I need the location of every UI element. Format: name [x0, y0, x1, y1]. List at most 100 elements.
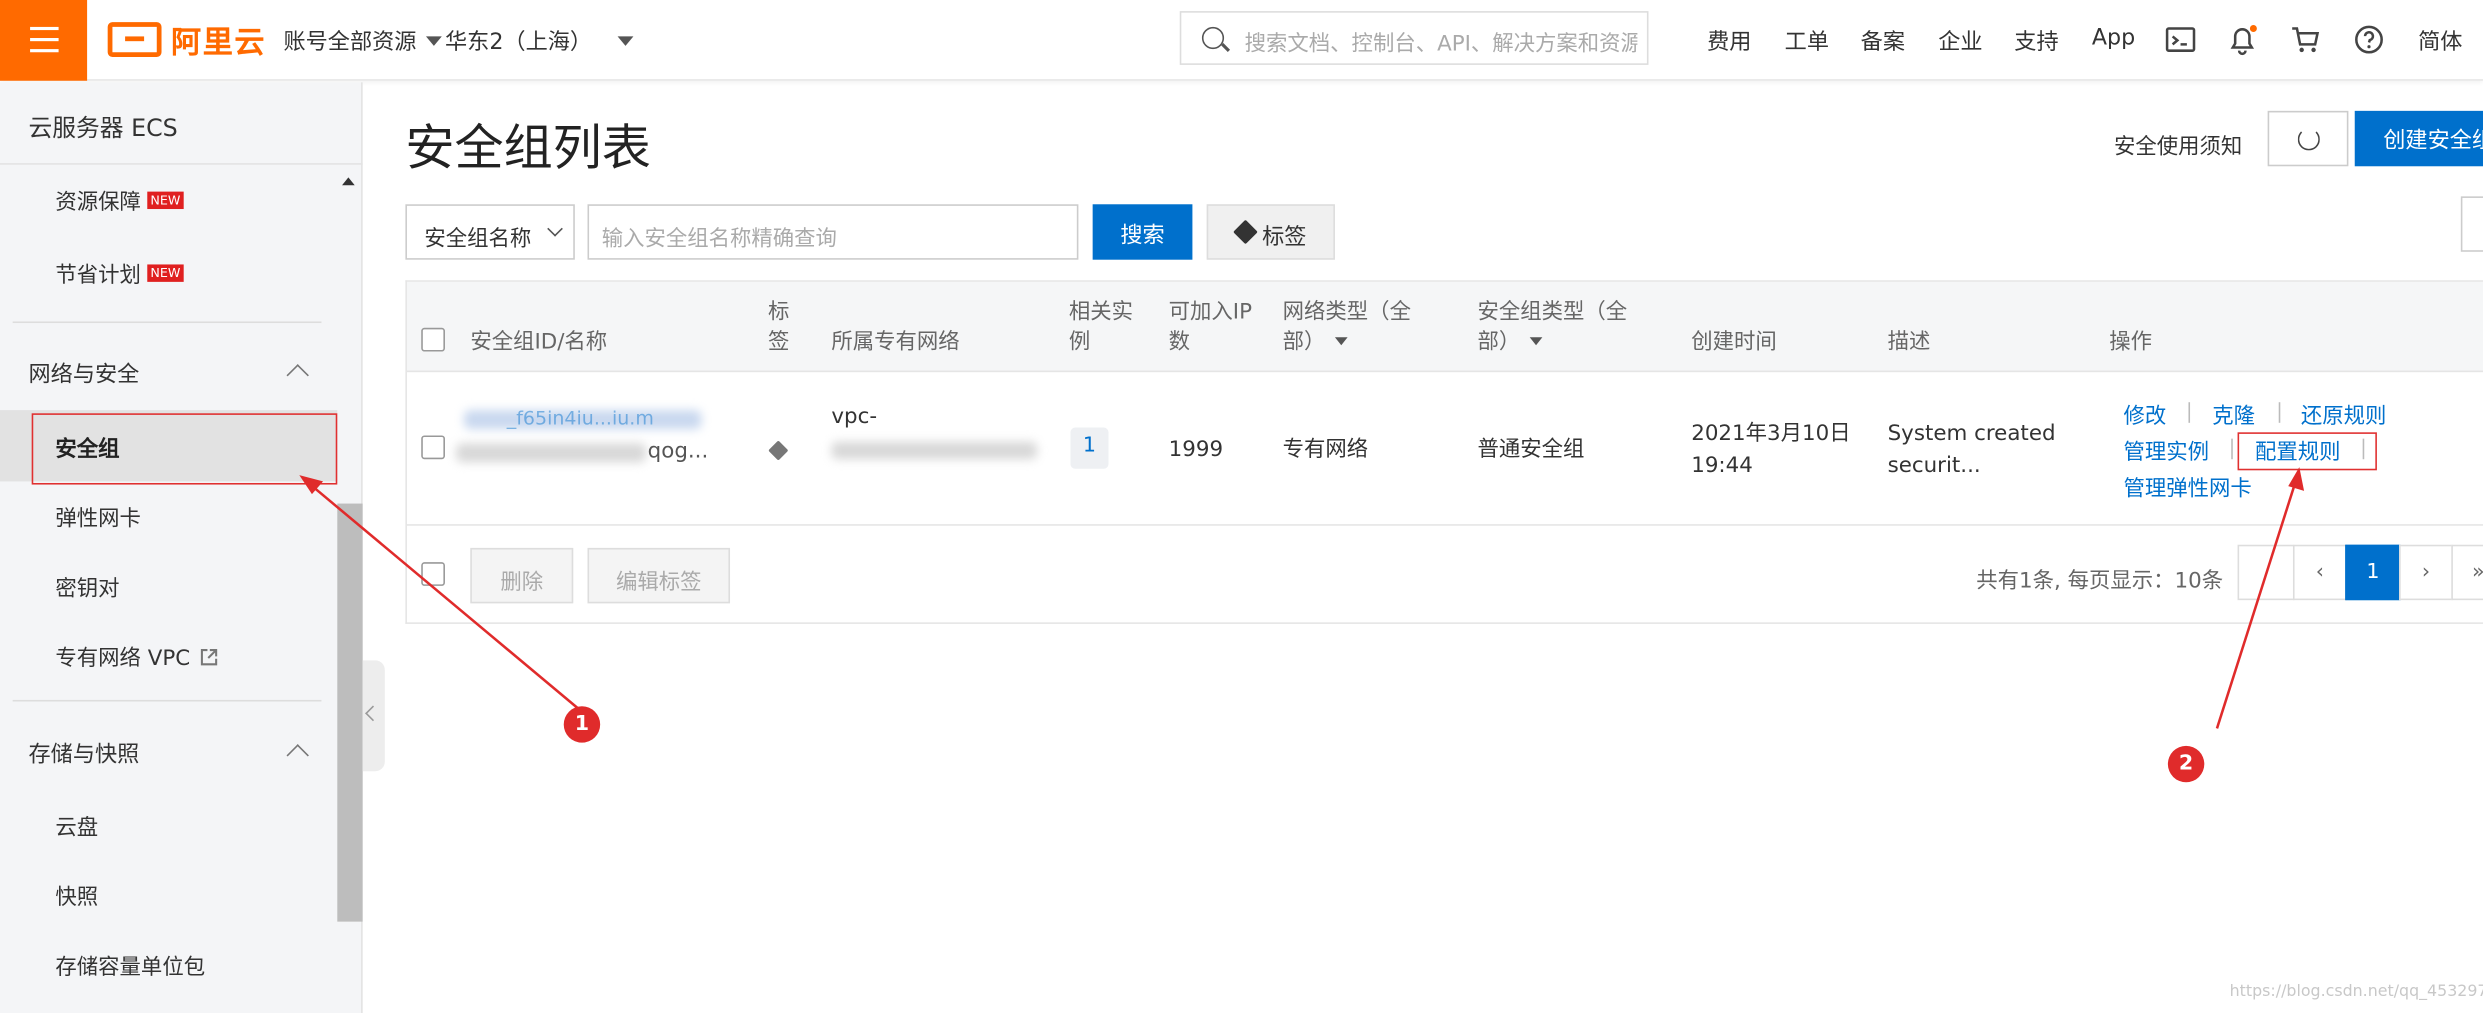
page-1-button[interactable]: 1	[2345, 544, 2401, 601]
security-group-id-fragment[interactable]: _f65in4iu...iu.m	[507, 404, 654, 434]
chevron-left-icon	[365, 705, 381, 722]
brand-name: 阿里云	[171, 24, 267, 60]
hamburger-menu-button[interactable]	[0, 0, 88, 81]
filter-field-value: 安全组名称	[424, 226, 532, 252]
previous-page-button[interactable]: ‹	[2292, 544, 2347, 601]
annotation-highlight-box-1	[31, 413, 338, 485]
clone-link[interactable]: 克隆	[2212, 397, 2255, 429]
nav-link-tickets[interactable]: 工单	[1785, 25, 1829, 57]
sidebar-group-label: 存储与快照	[28, 742, 140, 769]
available-ip-count: 1999	[1168, 437, 1224, 463]
footer-select-all-checkbox[interactable]	[421, 562, 445, 586]
filter-field-select[interactable]: 安全组名称	[405, 204, 575, 260]
sidebar-item-label: 资源保障	[55, 190, 141, 216]
caret-down-icon	[617, 36, 634, 46]
external-link-icon	[201, 649, 218, 666]
sidebar-item-resource-guarantee[interactable]: 资源保障 NEW	[55, 184, 184, 216]
tag-button-label: 标签	[1262, 224, 1307, 251]
sidebar-divider	[0, 163, 363, 165]
next-page-button[interactable]: ›	[2399, 544, 2453, 601]
shopping-cart-icon[interactable]	[2290, 24, 2322, 56]
annotation-marker-2: 2	[2167, 745, 2205, 783]
ecs-console-page: 阿里云 账号全部资源 华东2（上海） 搜索文档、控制台、API、解决方案和资源 …	[0, 0, 2483, 1013]
first-page-button[interactable]	[2237, 544, 2295, 601]
sidebar-group-storage-snapshot[interactable]: 存储与快照	[29, 738, 322, 770]
account-scope-dropdown[interactable]: 账号全部资源	[283, 25, 442, 57]
select-all-checkbox[interactable]	[421, 327, 445, 352]
redacted-security-group-name	[456, 443, 647, 463]
column-header-description: 描述	[1887, 329, 1931, 355]
annotation-highlight-box-2	[2237, 432, 2377, 471]
page-title: 安全组列表	[405, 120, 651, 178]
help-icon[interactable]	[2353, 24, 2385, 56]
column-header-network-type[interactable]: 网络类型（全部）	[1283, 298, 1438, 358]
edit-tags-button[interactable]: 编辑标签	[587, 547, 731, 604]
caret-down-icon	[425, 36, 442, 46]
chevron-up-icon	[286, 744, 309, 767]
aliyun-logo[interactable]: 阿里云	[107, 17, 267, 61]
description-line-2: securit...	[1887, 452, 1981, 479]
scroll-up-arrow-icon[interactable]	[342, 177, 355, 186]
column-header-tag: 标签	[768, 299, 790, 355]
description-line-1: System created	[1887, 421, 2056, 447]
notification-bell-icon[interactable]	[2226, 24, 2258, 56]
redacted-vpc-id[interactable]	[831, 441, 1038, 460]
tag-icon[interactable]	[768, 440, 789, 461]
delete-button[interactable]: 删除	[470, 547, 574, 604]
account-scope-label: 账号全部资源	[283, 30, 417, 56]
region-dropdown[interactable]: 华东2（上海）	[444, 25, 634, 57]
security-group-name-search-input[interactable]: 输入安全组名称精确查询	[587, 204, 1079, 260]
create-security-group-button[interactable]: 创建安全组	[2354, 110, 2483, 167]
security-group-table: 安全组ID/名称 标签 所属专有网络 相关实例 可加入IP数 网络类型（全部） …	[405, 280, 2483, 624]
sidebar-divider	[12, 699, 322, 702]
nav-link-enterprise[interactable]: 企业	[1938, 25, 1982, 57]
language-switch[interactable]: 简体	[2418, 25, 2462, 57]
column-header-ip-count: 可加入IP数	[1168, 299, 1252, 355]
op-separator	[2278, 402, 2281, 423]
search-icon	[1201, 26, 1225, 50]
table-header: 安全组ID/名称 标签 所属专有网络 相关实例 可加入IP数 网络类型（全部） …	[406, 281, 2483, 373]
security-notice-link[interactable]: 安全使用须知	[2114, 128, 2242, 160]
nav-link-icp[interactable]: 备案	[1861, 25, 1905, 57]
related-instances-count[interactable]: 1	[1070, 427, 1109, 469]
sidebar-collapse-handle[interactable]	[362, 660, 385, 772]
modify-link[interactable]: 修改	[2124, 397, 2167, 429]
toolbar-edge-button[interactable]	[2460, 196, 2483, 252]
refresh-button[interactable]	[2267, 110, 2349, 167]
sidebar-item-eni[interactable]: 弹性网卡	[55, 500, 141, 532]
sidebar-item-storage-capacity-unit[interactable]: 存储容量单位包	[55, 949, 205, 980]
sidebar-group-network-security[interactable]: 网络与安全	[29, 358, 322, 390]
column-header-label: 网络类型（全部）	[1282, 299, 1411, 355]
top-navigation-bar: 阿里云 账号全部资源 华东2（上海） 搜索文档、控制台、API、解决方案和资源 …	[0, 0, 2483, 81]
column-header-instances: 相关实例	[1068, 299, 1134, 355]
sidebar-item-keypair[interactable]: 密钥对	[55, 570, 119, 601]
sidebar-item-snapshot[interactable]: 快照	[55, 879, 98, 910]
search-button[interactable]: 搜索	[1092, 204, 1193, 260]
restore-rules-link[interactable]: 还原规则	[2301, 397, 2387, 429]
nav-link-support[interactable]: 支持	[2014, 25, 2058, 57]
tag-filter-button[interactable]: 标签	[1206, 204, 1335, 260]
column-header-id: 安全组ID/名称	[470, 329, 608, 355]
sidebar-group-label: 网络与安全	[28, 362, 140, 388]
column-header-vpc: 所属专有网络	[831, 329, 960, 355]
chevron-down-icon	[547, 220, 563, 237]
sidebar-scrollbar-thumb[interactable]	[337, 503, 363, 922]
region-label: 华东2（上海）	[444, 30, 593, 56]
sidebar-item-vpc[interactable]: 专有网络 VPC	[55, 640, 219, 671]
sidebar: 云服务器 ECS 资源保障 NEW 节省计划 NEW 网络与安全 安全组 弹性网卡 …	[0, 82, 363, 1013]
global-search-input[interactable]: 搜索文档、控制台、API、解决方案和资源	[1179, 11, 1649, 65]
manage-eni-link[interactable]: 管理弹性网卡	[2124, 470, 2252, 502]
row-checkbox[interactable]	[421, 435, 445, 460]
terminal-icon[interactable]	[2165, 24, 2197, 56]
sidebar-item-savings-plan[interactable]: 节省计划 NEW	[55, 257, 184, 288]
sidebar-item-disk[interactable]: 云盘	[55, 809, 98, 841]
op-separator	[2231, 438, 2233, 460]
new-badge: NEW	[147, 191, 184, 210]
nav-link-fees[interactable]: 费用	[1707, 25, 1751, 57]
sg-type-value: 普通安全组	[1477, 437, 1585, 463]
last-page-button[interactable]: »	[2451, 544, 2483, 601]
nav-link-app[interactable]: App	[2092, 25, 2135, 50]
manage-instances-link[interactable]: 管理实例	[2124, 434, 2210, 465]
sidebar-divider	[12, 321, 322, 324]
column-header-sg-type[interactable]: 安全组类型（全部）	[1477, 298, 1648, 358]
